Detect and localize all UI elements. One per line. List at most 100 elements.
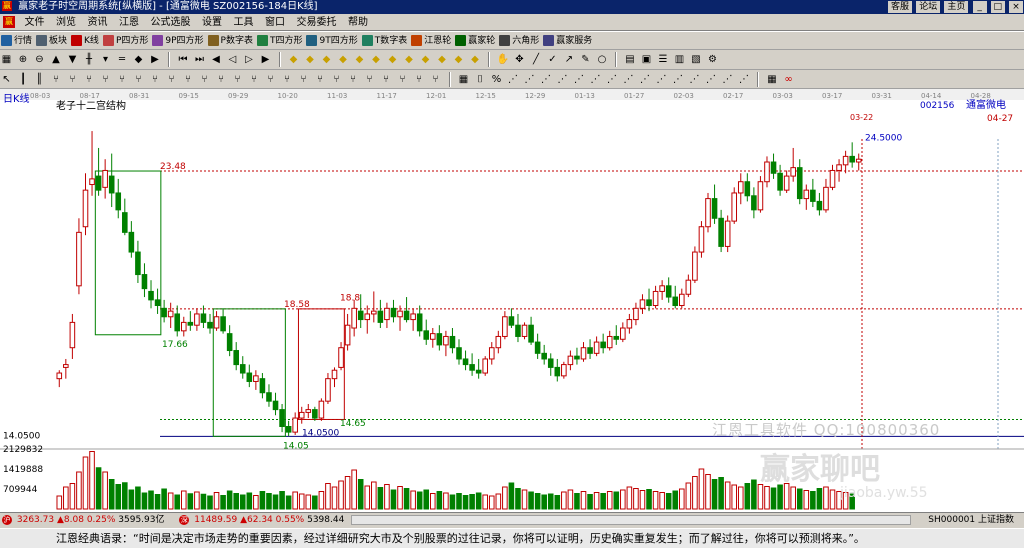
table-icon[interactable]: ▦ — [766, 72, 779, 87]
vlines-icon[interactable]: ║ — [33, 72, 46, 87]
yellow-diamond-icon[interactable]: ◆ — [403, 52, 416, 67]
fork-icon[interactable]: ⑂ — [281, 72, 294, 87]
yellow-diamond-icon[interactable]: ◆ — [469, 52, 482, 67]
line-icon[interactable]: ╱ — [530, 52, 543, 67]
check-icon[interactable]: ✓ — [546, 52, 559, 67]
menu-info[interactable]: 资讯 — [84, 14, 112, 31]
gann-fan-icon[interactable]: ⋰ — [606, 72, 619, 87]
zoom-out-icon[interactable]: ⊖ — [33, 52, 46, 67]
first-icon[interactable]: ⏮ — [177, 52, 190, 67]
table-icon[interactable]: ▦ — [457, 72, 470, 87]
gann-fan-icon[interactable]: ⋰ — [540, 72, 553, 87]
fork-icon[interactable]: ⑂ — [330, 72, 343, 87]
shenzhen-index-icon[interactable]: 深 — [179, 515, 190, 525]
fork-icon[interactable]: ⑂ — [347, 72, 360, 87]
close-button[interactable]: × — [1009, 1, 1023, 13]
horizontal-scrollbar[interactable] — [351, 515, 912, 525]
fork-icon[interactable]: ⑂ — [231, 72, 244, 87]
toolbar-button-12[interactable]: 赢家服务 — [542, 33, 595, 49]
gann-fan-icon[interactable]: ⋰ — [672, 72, 685, 87]
pencil-icon[interactable]: ✎ — [579, 52, 592, 67]
yellow-diamond-icon[interactable]: ◆ — [304, 52, 317, 67]
toolbar-button-6[interactable]: T四方形 — [256, 33, 306, 49]
down-arrow-icon[interactable]: ▼ — [66, 52, 79, 67]
hand-icon[interactable]: ✋ — [497, 52, 510, 67]
fork-icon[interactable]: ⑂ — [314, 72, 327, 87]
cursor-icon[interactable]: ↖ — [0, 72, 13, 87]
dropdown-icon[interactable]: ▾ — [99, 52, 112, 67]
menu-trade[interactable]: 交易委托 — [293, 14, 341, 31]
layers-icon[interactable]: ▥ — [673, 52, 686, 67]
toolbar-button-0[interactable]: 行情 — [0, 33, 35, 49]
yellow-diamond-icon[interactable]: ◆ — [419, 52, 432, 67]
prev-icon[interactable]: ◀ — [210, 52, 223, 67]
list-icon[interactable]: ☰ — [657, 52, 670, 67]
toolbar-button-4[interactable]: 9P四方形 — [151, 33, 206, 49]
homepage-link[interactable]: 主页 — [944, 1, 969, 13]
fork-icon[interactable]: ⑂ — [264, 72, 277, 87]
hline-icon[interactable]: ═ — [116, 52, 129, 67]
menu-formula-screener[interactable]: 公式选股 — [147, 14, 195, 31]
yellow-diamond-icon[interactable]: ◆ — [320, 52, 333, 67]
fork-icon[interactable]: ⑂ — [396, 72, 409, 87]
gann-fan-icon[interactable]: ⋰ — [573, 72, 586, 87]
menu-help[interactable]: 帮助 — [344, 14, 372, 31]
fork-icon[interactable]: ⑂ — [215, 72, 228, 87]
toolbar-button-7[interactable]: 9T四方形 — [305, 33, 360, 49]
toolbar-button-11[interactable]: 六角形 — [498, 33, 542, 49]
yellow-diamond-icon[interactable]: ◆ — [452, 52, 465, 67]
fork-icon[interactable]: ⑂ — [132, 72, 145, 87]
ray-icon[interactable]: ↗ — [563, 52, 576, 67]
gann-fan-icon[interactable]: ⋰ — [589, 72, 602, 87]
gann-fan-icon[interactable]: ⋰ — [639, 72, 652, 87]
yellow-diamond-icon[interactable]: ◆ — [353, 52, 366, 67]
gann-fan-icon[interactable]: ⋰ — [622, 72, 635, 87]
fork-icon[interactable]: ⑂ — [248, 72, 261, 87]
yellow-diamond-icon[interactable]: ◆ — [436, 52, 449, 67]
toolbar-button-1[interactable]: 板块 — [35, 33, 70, 49]
next-step-icon[interactable]: ▷ — [243, 52, 256, 67]
gann-fan-icon[interactable]: ⋰ — [655, 72, 668, 87]
gann-fan-icon[interactable]: ⋰ — [738, 72, 751, 87]
save-icon[interactable]: ▧ — [690, 52, 703, 67]
last-icon[interactable]: ⏭ — [193, 52, 206, 67]
toolbar-button-9[interactable]: 江恩轮 — [410, 33, 454, 49]
gann-fan-icon[interactable]: ⋰ — [556, 72, 569, 87]
next-icon[interactable]: ▶ — [259, 52, 272, 67]
grid-icon[interactable]: ▤ — [624, 52, 637, 67]
fork-icon[interactable]: ⑂ — [380, 72, 393, 87]
percent-icon[interactable]: % — [490, 72, 503, 87]
fork-icon[interactable]: ⑂ — [363, 72, 376, 87]
gann-fan-icon[interactable]: ⋰ — [688, 72, 701, 87]
calendar-icon[interactable]: ▦ — [0, 52, 13, 67]
fork-icon[interactable]: ⑂ — [413, 72, 426, 87]
menu-window[interactable]: 窗口 — [261, 14, 289, 31]
minimize-button[interactable]: _ — [972, 1, 987, 13]
toolbar-button-10[interactable]: 赢家轮 — [454, 33, 498, 49]
forum-link[interactable]: 论坛 — [916, 1, 941, 13]
prev-step-icon[interactable]: ◁ — [226, 52, 239, 67]
gann-fan-icon[interactable]: ⋰ — [507, 72, 520, 87]
menu-browse[interactable]: 浏览 — [52, 14, 80, 31]
fork-icon[interactable]: ⑂ — [198, 72, 211, 87]
diamond-icon[interactable]: ◆ — [132, 52, 145, 67]
fork-icon[interactable]: ⑂ — [429, 72, 442, 87]
window-icon[interactable]: ▣ — [640, 52, 653, 67]
fork-icon[interactable]: ⑂ — [297, 72, 310, 87]
vbar-icon[interactable]: ┃ — [17, 72, 30, 87]
toolbar-button-3[interactable]: P四方形 — [102, 33, 151, 49]
yellow-diamond-icon[interactable]: ◆ — [287, 52, 300, 67]
fork-icon[interactable]: ⑂ — [99, 72, 112, 87]
toolbar-button-2[interactable]: K线 — [70, 33, 102, 49]
move-icon[interactable]: ✥ — [513, 52, 526, 67]
zoom-in-icon[interactable]: ⊕ — [17, 52, 30, 67]
shanghai-index-icon[interactable]: 沪 — [2, 515, 12, 525]
gann-fan-icon[interactable]: ⋰ — [721, 72, 734, 87]
fork-icon[interactable]: ⑂ — [66, 72, 79, 87]
settings-icon[interactable]: ⚙ — [706, 52, 719, 67]
menu-gann[interactable]: 江恩 — [115, 14, 143, 31]
yellow-diamond-icon[interactable]: ◆ — [370, 52, 383, 67]
bar-icon[interactable]: ╫ — [83, 52, 96, 67]
infinity-icon[interactable]: ∞ — [782, 72, 795, 87]
yellow-diamond-icon[interactable]: ◆ — [386, 52, 399, 67]
